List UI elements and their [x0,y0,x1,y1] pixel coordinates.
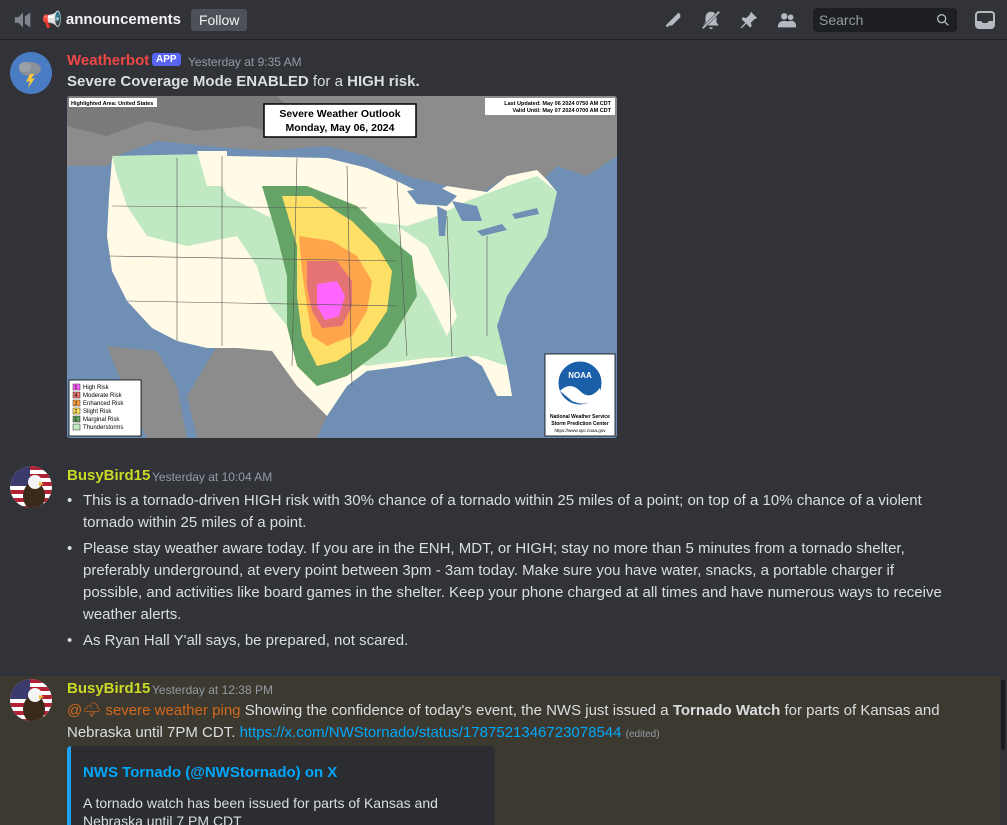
search-input[interactable]: Search [813,8,957,32]
timestamp: Yesterday at 10:04 AM [152,470,273,484]
member-list-icon[interactable] [775,8,799,32]
legend-label: Enhanced Risk [83,401,124,407]
threads-icon[interactable] [661,8,685,32]
message-content: @🌩 severe weather ping Showing the confi… [67,700,967,746]
noaa-nws: National Weather Service [550,414,610,420]
edited-label: (edited) [625,729,660,740]
header-toolbar: Search [661,0,1007,40]
legend-num: 1 [75,417,78,423]
username[interactable]: Weatherbot [67,52,149,69]
list-item: This is a tornado-driven HIGH risk with … [67,490,947,534]
map-date: Monday, May 06, 2024 [286,122,395,134]
legend-label: High Risk [83,385,110,391]
pinned-messages-icon[interactable] [737,8,761,32]
legend-num: 5 [75,385,78,391]
bullet-list: This is a tornado-driven HIGH risk with … [67,490,947,656]
valid-until-label: Valid Until: May 07 2024 0700 AM CDT [512,108,611,114]
inbox-icon[interactable] [973,8,997,32]
highlighted-area-label: Highlighted Area: United States [71,101,153,107]
list-item: Please stay weather aware today. If you … [67,538,947,626]
mute-notifications-icon[interactable] [699,8,723,32]
legend-label: Thunderstorms [83,425,123,431]
follow-button[interactable]: Follow [190,8,248,31]
message-text: for a [308,73,348,90]
bold-text: Severe Coverage Mode ENABLED [67,73,309,90]
scrollbar[interactable] [1001,680,1005,750]
channel-emoji: 📢 [42,11,62,29]
channel-header: 📢 announcements Follow Search [0,0,1007,40]
message-content: Severe Coverage Mode ENABLED for a HIGH … [67,71,420,93]
legend-label: Slight Risk [83,409,112,415]
list-item: As Ryan Hall Y'all says, be prepared, no… [67,630,947,652]
legend-num: 4 [75,393,78,399]
legend-num: 2 [75,409,78,415]
message-text: for parts of Kansas and [780,702,940,719]
map-title: Severe Weather Outlook [279,108,400,120]
announcement-channel-icon [14,12,31,27]
bold-text: Tornado Watch [672,702,781,719]
channel-name: announcements [65,11,181,28]
weather-outlook-map[interactable]: Severe Weather Outlook Monday, May 06, 2… [67,96,617,438]
message-text: Nebraska until 7PM CDT. [67,724,240,741]
noaa-url: https://www.spc.noaa.gov [554,428,606,433]
noaa-logo: NOAA [568,371,592,380]
legend-num: 3 [75,401,78,407]
link-embed: NWS Tornado (@NWStornado) on X A tornado… [67,746,495,825]
tweet-link[interactable]: https://x.com/NWStornado/status/17875213… [240,724,622,741]
avatar[interactable] [10,466,52,508]
role-mention[interactable]: @🌩 severe weather ping [67,702,241,719]
timestamp: Yesterday at 9:35 AM [188,55,302,69]
search-placeholder: Search [819,12,864,28]
legend-label: Moderate Risk [83,393,123,399]
bold-text: HIGH risk. [347,73,420,90]
embed-title[interactable]: NWS Tornado (@NWStornado) on X [83,764,337,781]
search-icon [937,13,949,26]
app-badge: APP [152,53,181,66]
username[interactable]: BusyBird15 [67,680,150,697]
avatar[interactable] [10,52,52,94]
username[interactable]: BusyBird15 [67,467,150,484]
last-updated-label: Last Updated: May 06 2024 0750 AM CDT [504,101,611,107]
noaa-spc: Storm Prediction Center [551,421,609,427]
message-text: Showing the confidence of today's event,… [240,702,673,719]
legend-label: Marginal Risk [83,417,120,423]
embed-description: A tornado watch has been issued for part… [83,795,438,825]
timestamp: Yesterday at 12:38 PM [152,683,273,697]
avatar[interactable] [10,679,52,721]
